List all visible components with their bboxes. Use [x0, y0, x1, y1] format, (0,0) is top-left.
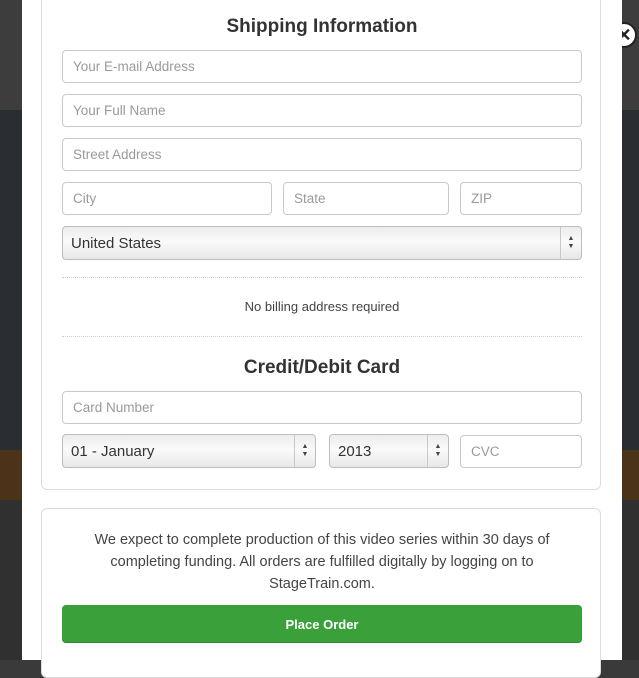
city-field[interactable] — [62, 182, 272, 215]
fulfillment-info-line: We expect to complete production of this… — [94, 532, 550, 548]
country-select[interactable]: United States ▲ ▼ — [62, 226, 582, 260]
card-number-field[interactable] — [62, 391, 582, 424]
zip-field[interactable] — [460, 182, 582, 215]
divider — [62, 336, 582, 337]
expiry-year-value: 2013 — [338, 442, 372, 460]
updown-arrows-icon: ▲ ▼ — [560, 227, 581, 259]
updown-arrows-icon: ▲ ▼ — [427, 435, 448, 467]
full-name-field[interactable] — [62, 94, 582, 127]
payment-form-panel: Shipping Information United States ▲▼ No… — [41, 0, 601, 490]
expiry-year-select[interactable]: 2013 ▲ ▼ — [329, 434, 449, 468]
card-section-title: Credit/Debit Card — [243, 357, 401, 378]
place-order-button[interactable]: Place Order — [62, 605, 582, 643]
street-address-field[interactable] — [62, 138, 582, 171]
email-field[interactable] — [62, 50, 582, 83]
updown-arrows-icon: ▲ ▼ — [294, 435, 315, 467]
expiry-month-value: 01 - January — [71, 442, 155, 460]
checkout-modal: Shipping Information United States ▲▼ No… — [22, 0, 622, 678]
fulfillment-info-line: completing funding. All orders are fulfi… — [110, 554, 534, 570]
fulfillment-info: We expect to complete production of this… — [62, 529, 582, 595]
cvc-field[interactable] — [460, 435, 582, 468]
billing-note: No billing address required — [244, 299, 400, 314]
divider — [62, 277, 582, 278]
order-summary-panel: We expect to complete production of this… — [41, 508, 601, 678]
shipping-section-title: Shipping Information — [226, 16, 418, 37]
country-select-value: United States — [71, 234, 162, 252]
state-field[interactable] — [283, 182, 449, 215]
fulfillment-info-line: StageTrain.com. — [269, 576, 375, 592]
expiry-month-select[interactable]: 01 - January ▲ ▼ — [62, 434, 316, 468]
